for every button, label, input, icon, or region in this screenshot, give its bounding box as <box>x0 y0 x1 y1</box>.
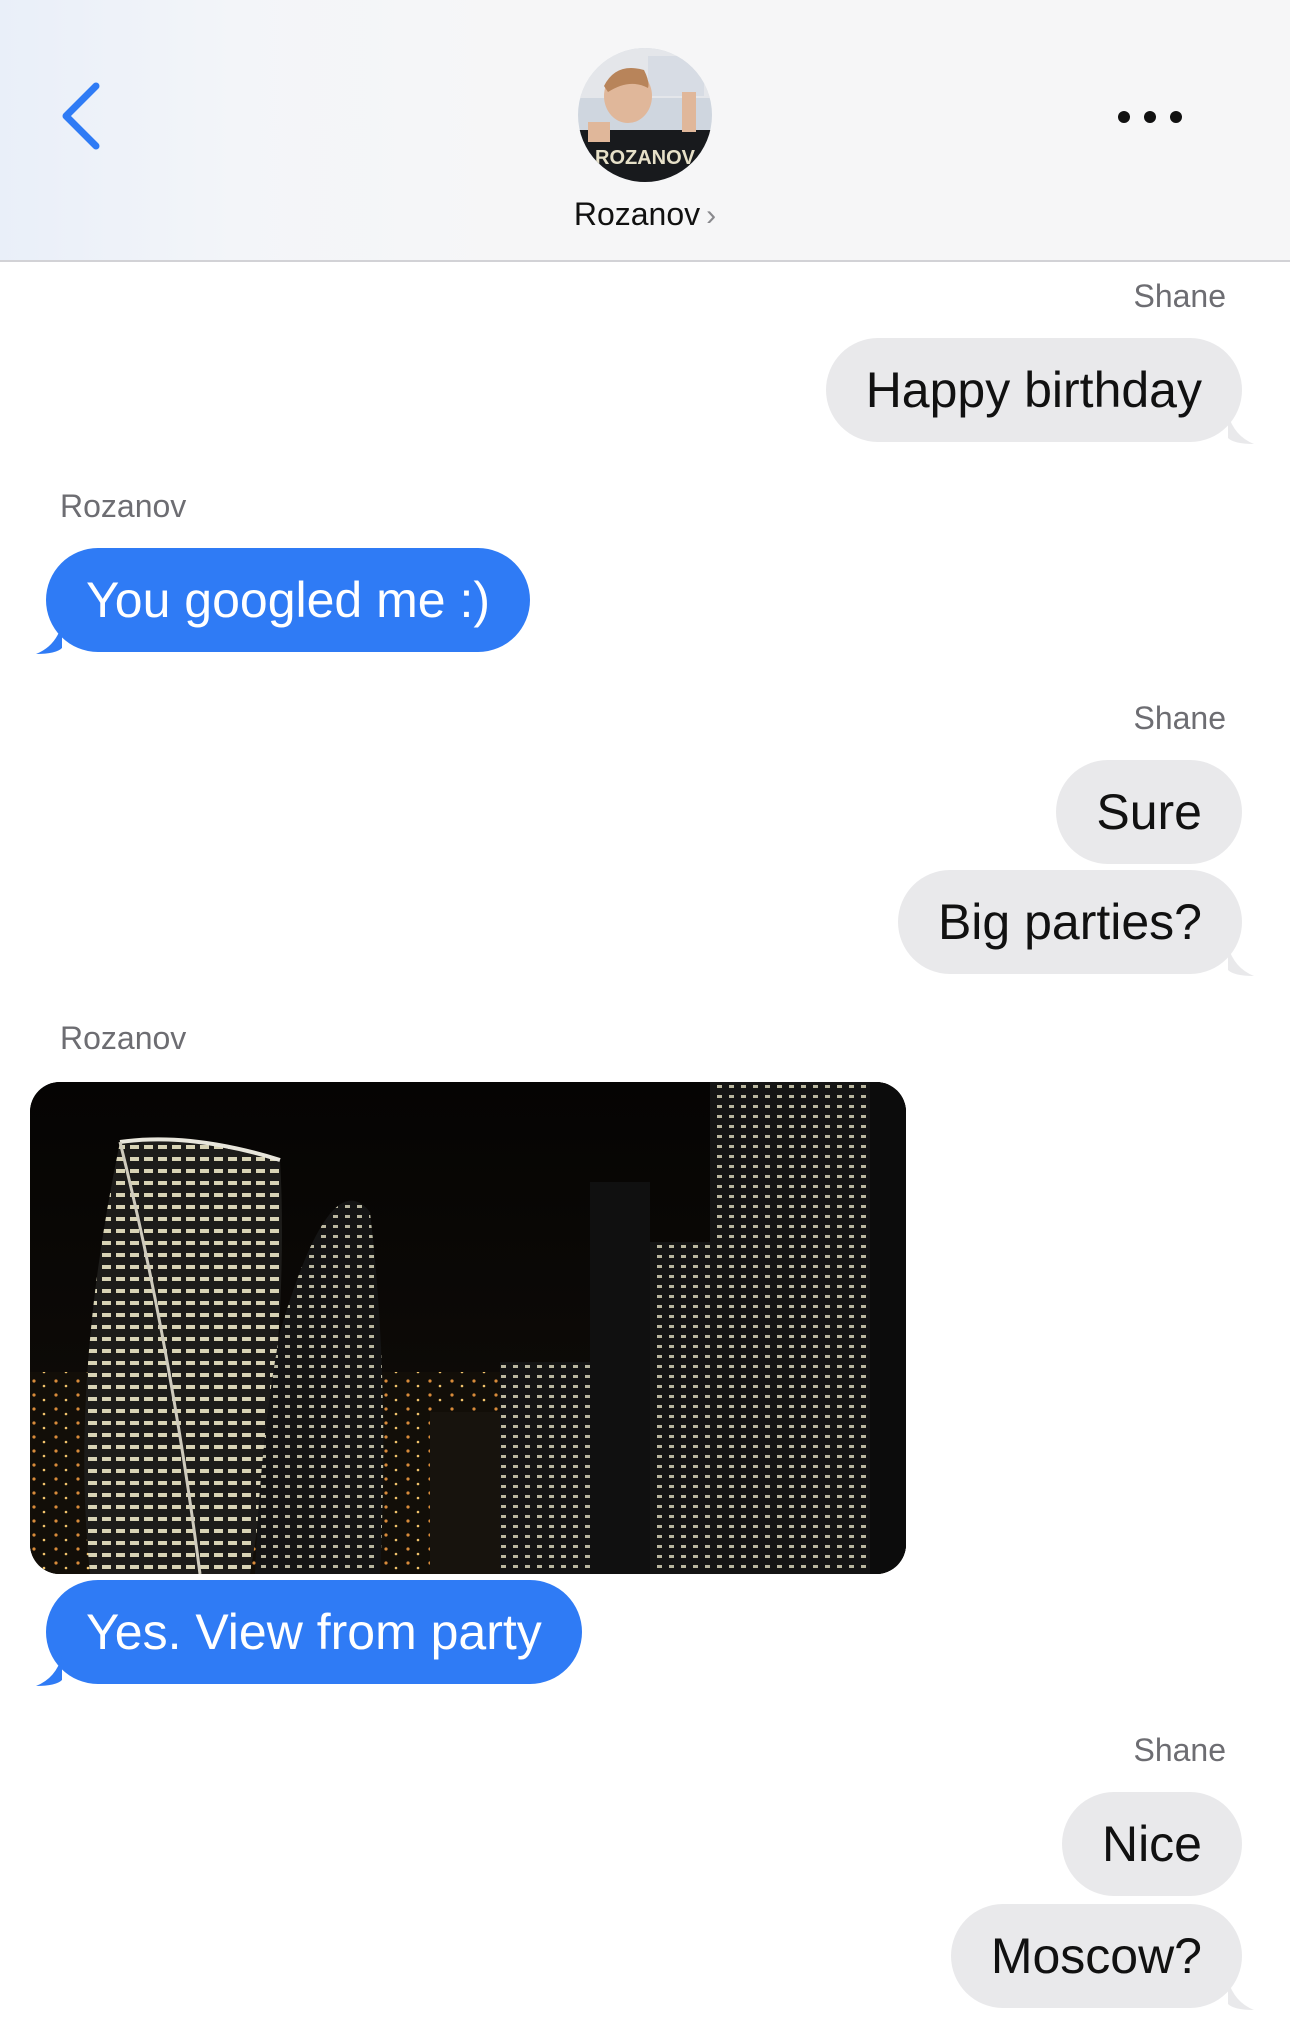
ellipsis-dot-icon <box>1118 111 1130 123</box>
outgoing-message-bubble[interactable]: Moscow? <box>950 1904 1242 2008</box>
incoming-message-bubble[interactable]: Yes. View from party <box>46 1580 582 1684</box>
bubble-tail <box>1228 414 1254 444</box>
ellipsis-dot-icon <box>1170 111 1182 123</box>
night-city-skyline-image <box>30 1082 906 1574</box>
outgoing-message-bubble[interactable]: Big parties? <box>897 870 1242 974</box>
sender-label: Shane <box>1133 278 1226 314</box>
contact-name-button[interactable]: Rozanov › <box>0 196 1290 233</box>
outgoing-message-bubble[interactable]: Sure <box>1056 760 1242 864</box>
incoming-message-bubble[interactable]: You googled me :) <box>46 548 531 652</box>
ellipsis-dot-icon <box>1144 111 1156 123</box>
sender-label: Rozanov <box>60 488 187 524</box>
avatar-jersey-text: ROZANOV <box>595 147 696 169</box>
outgoing-message-bubble[interactable]: Happy birthday <box>825 338 1242 442</box>
bubble-tail <box>36 1656 62 1686</box>
contact-name: Rozanov <box>573 196 701 232</box>
sender-label: Rozanov <box>60 1020 187 1056</box>
outgoing-message-bubble[interactable]: Nice <box>1061 1792 1242 1896</box>
more-options-button[interactable] <box>1110 100 1190 134</box>
bubble-tail <box>36 624 62 654</box>
bubble-tail <box>1228 946 1254 976</box>
contact-avatar[interactable]: ROZANOV <box>578 48 712 182</box>
sender-label: Shane <box>1133 700 1226 736</box>
chevron-right-icon: › <box>706 199 717 232</box>
chevron-left-icon <box>62 82 100 150</box>
back-button[interactable] <box>52 80 112 152</box>
sender-label: Shane <box>1133 1732 1226 1768</box>
conversation-header: ROZANOV Rozanov › <box>0 0 1290 262</box>
bubble-tail <box>1228 1980 1254 2010</box>
photo-attachment[interactable] <box>30 1082 906 1574</box>
